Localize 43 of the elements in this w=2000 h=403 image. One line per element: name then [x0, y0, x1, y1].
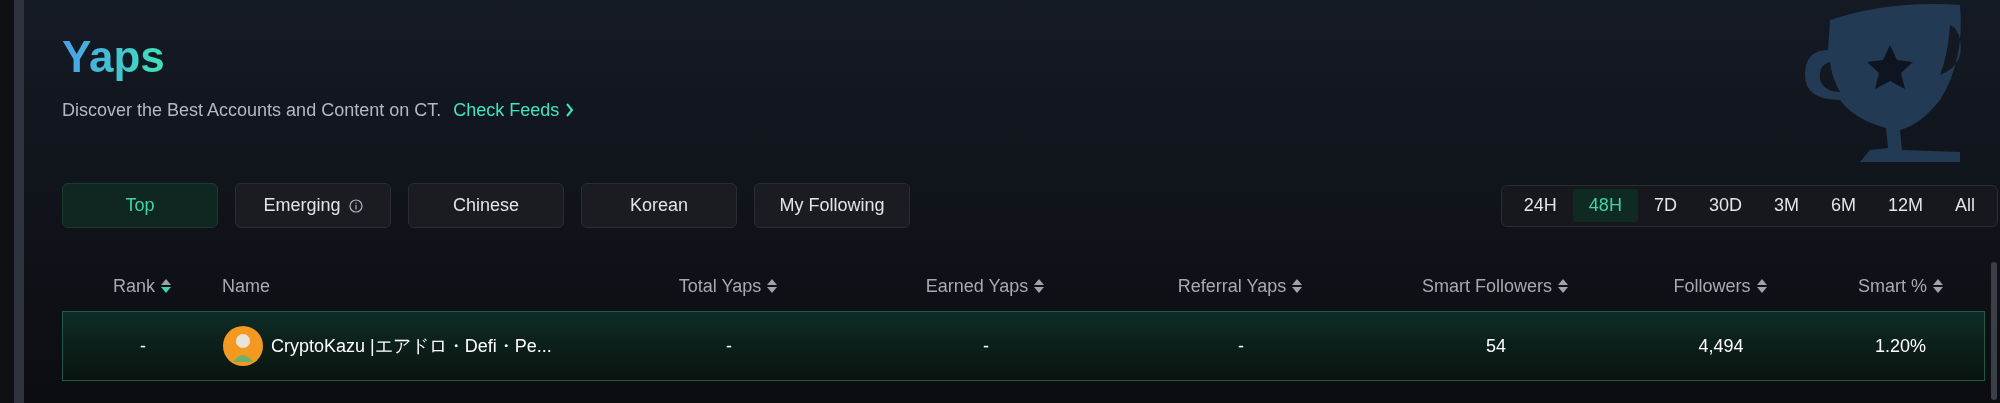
- sort-icon[interactable]: [1558, 279, 1568, 293]
- table-cell-text: -: [726, 334, 732, 358]
- column-header[interactable]: Smart %: [1858, 272, 1927, 300]
- column-header[interactable]: Earned Yaps: [925, 272, 1029, 300]
- check-feeds-link[interactable]: Check Feeds: [453, 96, 575, 124]
- category-tab[interactable]: Korean: [581, 183, 737, 228]
- chevron-right-icon: [565, 103, 575, 117]
- table-cell-text: -: [983, 334, 989, 358]
- table-cell-text: 1.20%: [1874, 334, 1926, 358]
- table-cell-text: 54: [1486, 334, 1506, 358]
- category-tab[interactable]: My Following: [754, 183, 910, 228]
- time-range-tab[interactable]: 7D: [1637, 189, 1693, 222]
- table-cell-text: 4,494: [1698, 334, 1744, 358]
- subtitle-text: Discover the Best Accounts and Content on CT.: [62, 98, 442, 122]
- column-header: Name: [222, 274, 270, 298]
- scrollbar[interactable]: [1991, 262, 1997, 400]
- time-range-tab[interactable]: 30D: [1692, 189, 1758, 222]
- sort-icon[interactable]: [1933, 279, 1943, 293]
- time-range-tab[interactable]: All: [1939, 189, 1991, 222]
- column-header[interactable]: Followers: [1673, 272, 1751, 300]
- category-tab[interactable]: Emerging: [235, 183, 391, 228]
- time-range-tab[interactable]: 3M: [1757, 189, 1815, 222]
- sort-icon[interactable]: [767, 279, 778, 293]
- category-tab[interactable]: Chinese: [408, 183, 564, 228]
- column-header[interactable]: Total Yaps: [678, 272, 762, 300]
- sort-icon[interactable]: [1756, 279, 1767, 293]
- table-row[interactable]: - CryptoKazu |エアドロ・Defi・Pe... - - - 54 4,494 1.20%: [62, 311, 1985, 381]
- table-cell-text: -: [140, 334, 146, 358]
- sort-icon[interactable]: [1292, 279, 1303, 293]
- info-icon: [348, 198, 363, 213]
- column-header[interactable]: Rank: [113, 272, 155, 300]
- column-header[interactable]: Referral Yaps: [1177, 272, 1287, 300]
- time-range-tab[interactable]: 6M: [1814, 189, 1872, 222]
- account-name[interactable]: CryptoKazu |エアドロ・Defi・Pe...: [271, 332, 552, 360]
- time-range-tab[interactable]: 12M: [1871, 189, 1939, 222]
- time-range-tab[interactable]: 48H: [1572, 189, 1638, 222]
- avatar: [223, 326, 263, 366]
- table-cell-text: -: [1238, 334, 1244, 358]
- sort-icon[interactable]: [1034, 279, 1045, 293]
- column-header[interactable]: Smart Followers: [1422, 272, 1552, 300]
- category-tab[interactable]: Top: [62, 183, 218, 228]
- time-range-tab[interactable]: 24H: [1507, 189, 1573, 222]
- sort-icon[interactable]: [161, 279, 171, 293]
